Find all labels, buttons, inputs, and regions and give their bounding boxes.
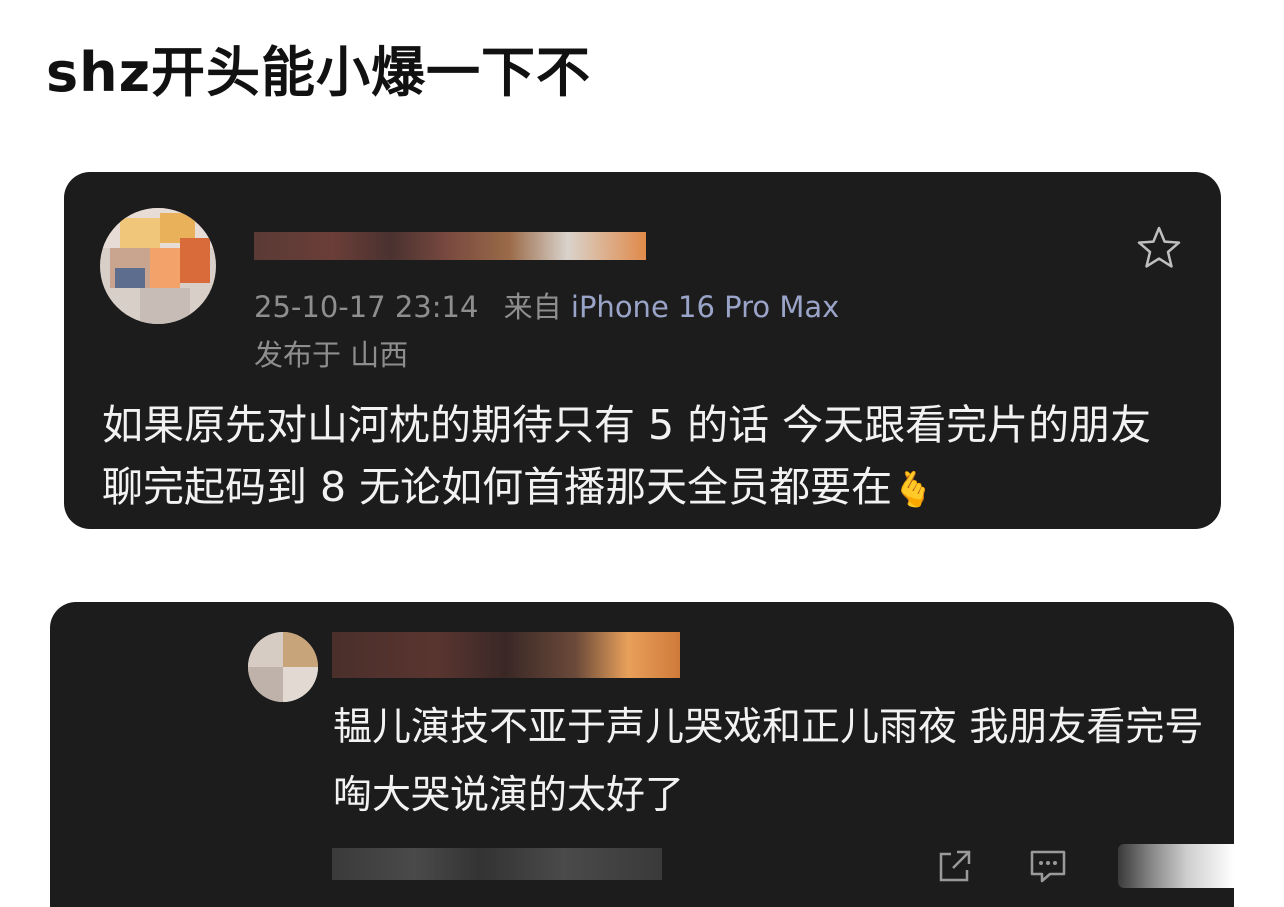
comment-icon[interactable] xyxy=(1028,846,1068,886)
location: 发布于 山西 xyxy=(254,338,409,372)
reply-meta-blurred xyxy=(332,848,662,880)
star-outline-icon[interactable] xyxy=(1135,224,1183,272)
share-icon[interactable] xyxy=(935,846,975,886)
device-name[interactable]: iPhone 16 Pro Max xyxy=(571,290,839,324)
username-blurred xyxy=(332,632,680,678)
avatar[interactable] xyxy=(248,632,318,702)
finger-heart-emoji: 🫰 xyxy=(892,470,935,510)
reply-card: 韫儿演技不亚于声儿哭戏和正儿雨夜 我朋友看完号啕大哭说演的太好了 xyxy=(50,602,1234,907)
post-card: 25-10-17 23:14 来自 iPhone 16 Pro Max 发布于 … xyxy=(64,172,1221,529)
username-blurred xyxy=(254,232,646,260)
reply-content: 韫儿演技不亚于声儿哭戏和正儿雨夜 我朋友看完号啕大哭说演的太好了 xyxy=(333,705,1204,818)
post-meta: 25-10-17 23:14 来自 iPhone 16 Pro Max xyxy=(254,284,839,326)
like-icon[interactable] xyxy=(1118,844,1234,888)
page-title: shz开头能小爆一下不 xyxy=(46,41,592,104)
post-text: 如果原先对山河枕的期待只有 5 的话 今天跟看完片的朋友聊完起码到 8 无论如何… xyxy=(102,401,1152,511)
timestamp: 25-10-17 23:14 xyxy=(254,290,479,324)
post-content: 如果原先对山河枕的期待只有 5 的话 今天跟看完片的朋友聊完起码到 8 无论如何… xyxy=(102,394,1192,521)
source-prefix: 来自 xyxy=(503,290,562,324)
avatar[interactable] xyxy=(100,208,216,324)
